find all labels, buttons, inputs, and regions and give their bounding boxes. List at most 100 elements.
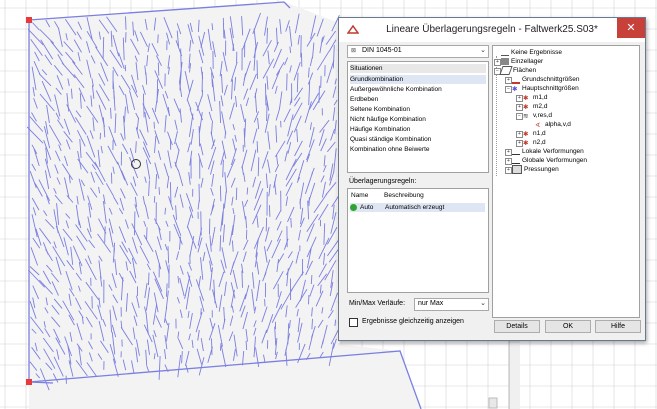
stress-vector (157, 62, 160, 76)
expand-toggle[interactable]: + (505, 167, 512, 174)
collapse-toggle[interactable]: − (516, 113, 523, 120)
rule-name: Auto (360, 204, 374, 211)
rules-row[interactable]: Auto Automatisch erzeugt (350, 203, 485, 212)
principal-forces-icon: ✱ (512, 85, 518, 93)
angle-icon: ∢ (535, 121, 541, 129)
rules-col-name: Name (351, 192, 369, 199)
situation-item[interactable]: Kombination ohne Beiwerte (350, 145, 486, 154)
result-icon: ✱ (523, 103, 529, 111)
pressure-icon (512, 165, 522, 174)
situation-item[interactable]: Häufige Kombination (350, 125, 486, 134)
norm-select[interactable]: ⊠ DIN 1045-01 ⌄ (347, 45, 489, 58)
situation-item[interactable]: Grundkombination (350, 75, 486, 84)
stress-vector (104, 226, 106, 243)
expand-toggle[interactable]: + (516, 140, 523, 147)
expand-toggle[interactable]: + (516, 95, 523, 102)
stress-vector (290, 217, 292, 228)
tree-item-no-results[interactable]: Keine Ergebnisse (501, 48, 562, 57)
norm-icon: ⊠ (351, 48, 357, 54)
stress-vector (219, 185, 222, 202)
stress-vector (286, 73, 288, 91)
stress-vector (310, 274, 313, 285)
norm-select-value: DIN 1045-01 (362, 47, 402, 54)
basic-forces-icon (512, 75, 520, 84)
scrollbar-bottom (488, 397, 498, 409)
expand-toggle[interactable]: + (494, 59, 501, 66)
window-title: Lineare Überlagerungsregeln - Faltwerk25… (386, 24, 598, 35)
situation-item[interactable]: Nicht häufige Kombination (350, 115, 486, 124)
details-button[interactable]: Details (494, 320, 540, 333)
rules-col-desc: Beschreibung (384, 192, 424, 199)
stress-vector (219, 343, 222, 351)
stress-vector (222, 17, 225, 39)
tree-item-global-deform[interactable]: Globale Verformungen (512, 156, 587, 165)
result-icon: ✱ (523, 94, 529, 102)
result-icon: ✱ (523, 139, 529, 147)
tree-item-n1[interactable]: ✱ n1,d (523, 129, 546, 138)
title-bar: Lineare Überlagerungsregeln - Faltwerk25… (339, 18, 645, 42)
tree-item-principal-forces[interactable]: ✱ Hauptschnittgrößen (512, 84, 579, 93)
rules-label: Überlagerungsregeln: (349, 178, 417, 185)
stress-vector (148, 272, 150, 286)
expand-toggle[interactable]: + (516, 131, 523, 138)
close-icon: ✕ (626, 22, 636, 34)
expand-toggle[interactable]: + (505, 77, 512, 84)
local-deform-icon (512, 147, 520, 156)
tree-item-supports[interactable]: Einzellager (501, 57, 543, 66)
stress-vector (153, 121, 155, 129)
tree-item-local-deform[interactable]: Lokale Verformungen (512, 147, 584, 156)
support-icon (501, 57, 509, 65)
stress-vector (166, 283, 168, 297)
collapse-toggle[interactable]: − (505, 86, 512, 93)
minmax-select[interactable]: nur Max ⌄ (414, 298, 489, 311)
stress-vector (167, 246, 170, 264)
situation-item[interactable]: Seltene Kombination (350, 105, 486, 114)
tree-item-surfaces[interactable]: Flächen (499, 66, 536, 75)
expand-toggle[interactable]: + (516, 104, 523, 111)
stress-vector (232, 43, 234, 51)
help-button[interactable]: Hilfe (595, 320, 641, 333)
tree-item-basic-forces[interactable]: Grundschnittgrößen (512, 75, 579, 84)
stress-vector (198, 126, 201, 147)
stress-vector (245, 340, 248, 351)
chevron-down-icon: ⌄ (480, 47, 486, 54)
stress-vector (266, 102, 268, 122)
stress-vector (102, 36, 105, 59)
tree-item-alpha-v[interactable]: ∢ alpha,v,d (535, 120, 571, 129)
tree-item-pressure[interactable]: Pressungen (512, 165, 559, 174)
vertical-scrollbar[interactable] (509, 340, 520, 409)
simultaneous-label: Ergebnisse gleichzeitig anzeigen (362, 318, 464, 325)
stress-vector (125, 16, 127, 30)
stress-vector (157, 34, 159, 44)
minmax-label: Min/Max Verläufe: (349, 300, 406, 307)
results-tree: Keine Ergebnisse + Einzellager − Flächen… (492, 45, 640, 318)
stress-vector (268, 205, 271, 217)
stress-vector (235, 187, 238, 201)
result-icon: ≋ (523, 112, 529, 120)
stress-vector (153, 196, 156, 203)
tree-item-v-res[interactable]: ≋ v,res,d (523, 111, 552, 120)
stress-vector (256, 141, 259, 153)
situations-list: Situationen Grundkombination Außergewöhn… (347, 61, 489, 173)
node-top-left (26, 17, 32, 23)
stress-vector (211, 338, 213, 356)
situation-item[interactable]: Quasi ständige Kombination (350, 135, 486, 144)
node-bottom-left (26, 379, 32, 385)
tree-item-m2[interactable]: ✱ m2,d (523, 102, 547, 111)
tree-item-m1[interactable]: ✱ m1,d (523, 93, 547, 102)
stress-vector (256, 60, 258, 79)
stress-vector (180, 48, 182, 69)
close-button[interactable]: ✕ (617, 18, 645, 38)
stress-vector (311, 318, 313, 330)
global-deform-icon (512, 156, 520, 165)
situation-item[interactable]: Erdbeben (350, 95, 486, 104)
expand-toggle[interactable]: + (505, 149, 512, 156)
chevron-down-icon: ⌄ (480, 300, 486, 307)
rules-table: Name Beschreibung Auto Automatisch erzeug… (347, 188, 489, 293)
ok-button[interactable]: OK (545, 320, 591, 333)
situation-item[interactable]: Außergewöhnliche Kombination (350, 85, 486, 94)
expand-toggle[interactable]: + (505, 158, 512, 165)
tree-item-n2[interactable]: ✱ n2,d (523, 138, 546, 147)
stress-vector (124, 64, 127, 72)
simultaneous-checkbox[interactable] (349, 318, 358, 327)
